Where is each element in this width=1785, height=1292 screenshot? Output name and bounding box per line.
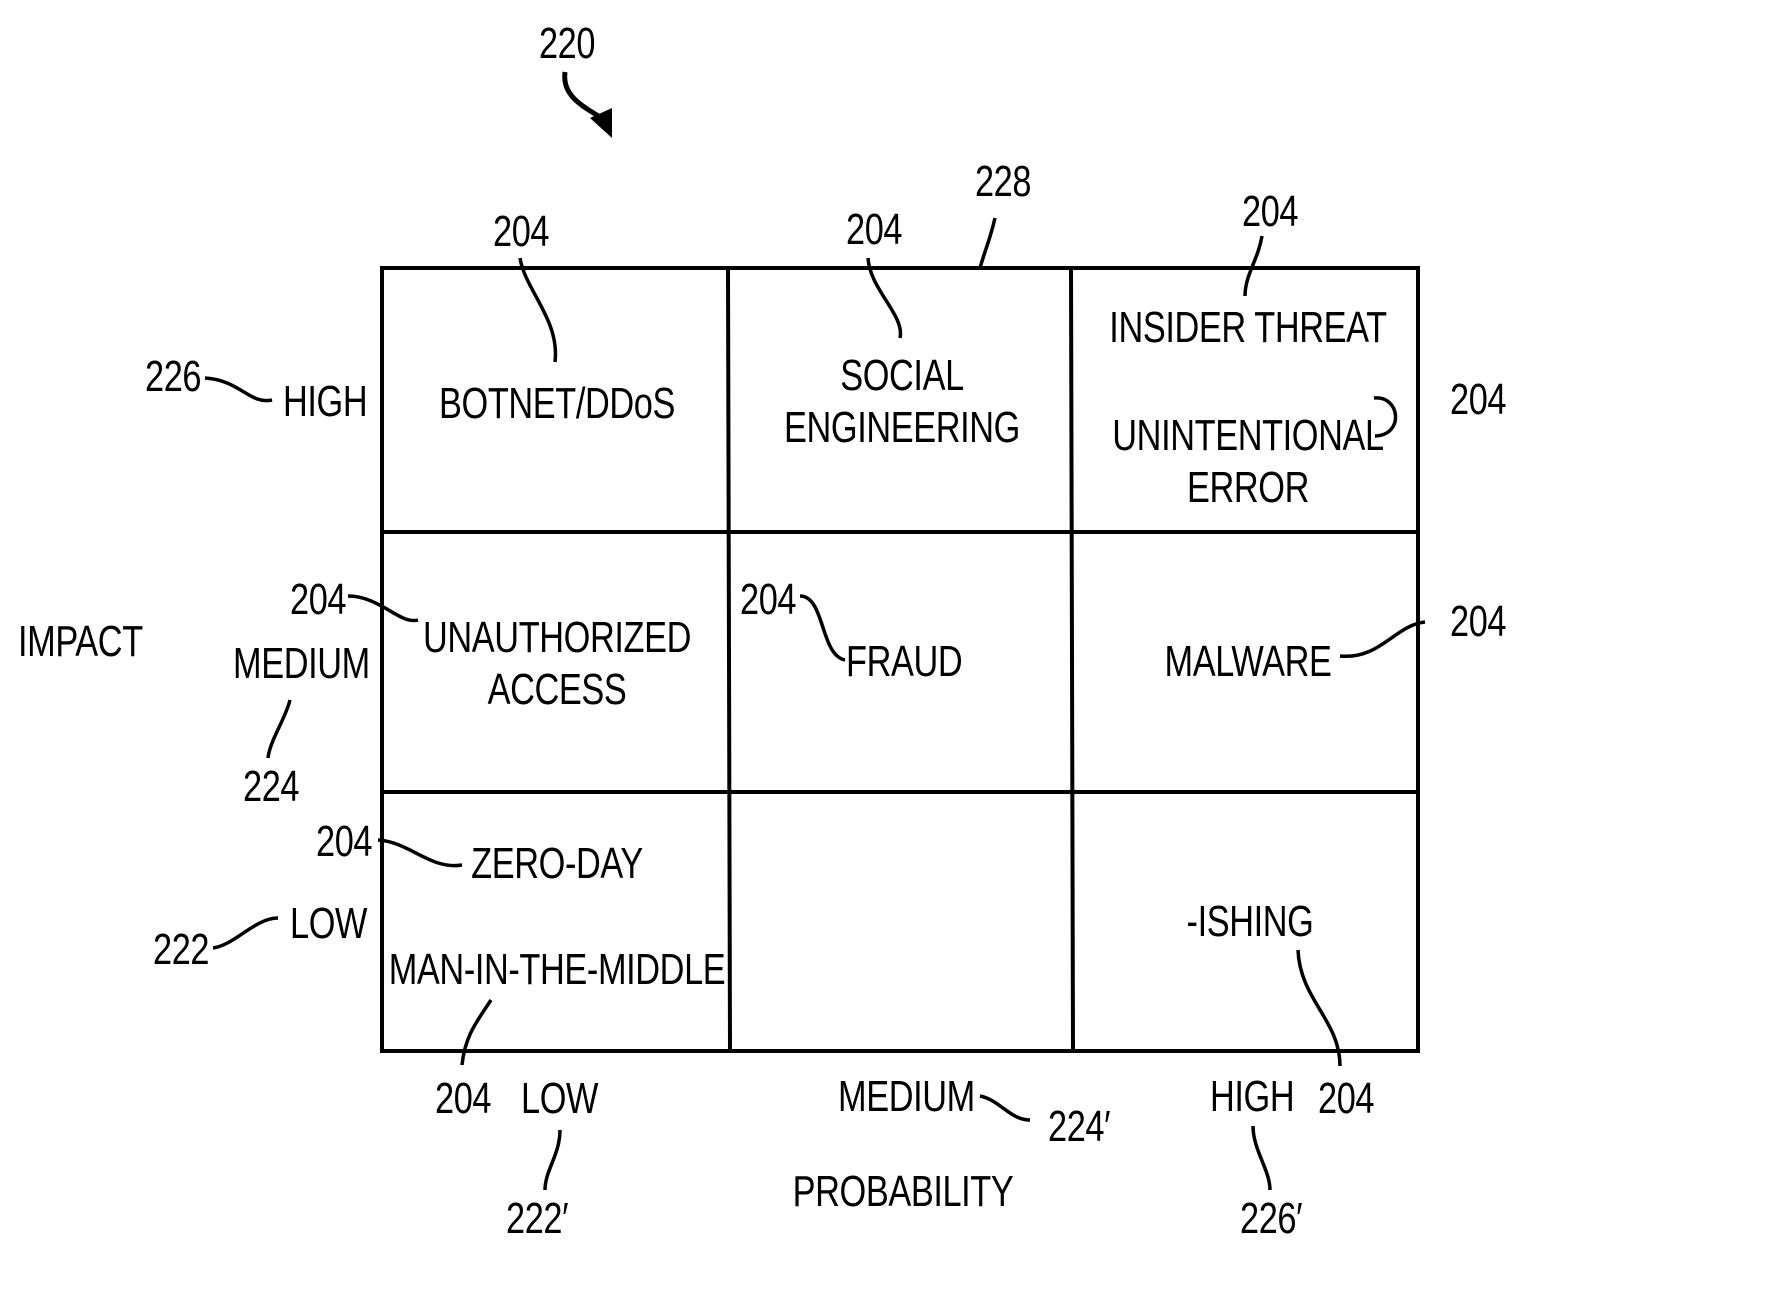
leader-224-prime [979, 1094, 1031, 1122]
threat-fraud: FRAUD [846, 637, 963, 686]
leader-204-zeroday [377, 838, 463, 868]
leader-228 [978, 217, 997, 269]
x-level-high: HIGH [1210, 1072, 1295, 1121]
leader-204-malware [1339, 620, 1426, 658]
threat-social-line1: SOCIAL [840, 351, 964, 400]
threat-zero-day: ZERO-DAY [471, 839, 643, 888]
leader-222-prime [543, 1129, 562, 1191]
threat-malware: MALWARE [1164, 637, 1332, 686]
y-axis-title: IMPACT [18, 617, 143, 666]
x-axis-title: PROBABILITY [792, 1167, 1014, 1216]
leader-226 [204, 376, 273, 403]
threat-ref-malware: 204 [1450, 597, 1507, 646]
threat-ref-zeroday: 204 [316, 817, 373, 866]
leader-lines [204, 217, 1426, 1191]
grid-line-v2 [1069, 267, 1075, 1052]
threat-ref-insider: 204 [1242, 187, 1299, 236]
threat-unintentional-line1: UNINTENTIONAL [1112, 411, 1384, 460]
threat-ref-mitm: 204 [435, 1074, 492, 1123]
threat-ishing: -ISHING [1186, 897, 1314, 946]
threat-ref-unauthorized: 204 [290, 575, 347, 624]
threat-botnet-ddos: BOTNET/DDoS [439, 379, 675, 428]
x-level-low: LOW [521, 1074, 599, 1123]
threat-unauthorized-line1: UNAUTHORIZED [423, 613, 691, 662]
y-level-high: HIGH [283, 377, 368, 426]
threat-ref-unintentional: 204 [1450, 375, 1507, 424]
matrix-reference: 228 [974, 157, 1032, 206]
leader-224 [266, 699, 292, 759]
threat-ref-ishing: 204 [1318, 1074, 1375, 1123]
leader-204-botnet [518, 257, 558, 363]
leader-222 [212, 916, 279, 950]
threat-unintentional-line2: ERROR [1187, 463, 1309, 512]
y-level-low-ref: 222 [153, 925, 210, 974]
figure-arrow-icon [562, 71, 607, 123]
y-level-low: LOW [290, 899, 368, 948]
threat-social-line2: ENGINEERING [784, 403, 1020, 452]
y-level-medium-ref: 224 [243, 762, 300, 811]
x-level-high-ref: 226′ [1240, 1194, 1303, 1243]
threat-ref-botnet: 204 [493, 207, 550, 256]
x-level-low-ref: 222′ [506, 1194, 569, 1243]
threat-insider-threat: INSIDER THREAT [1109, 303, 1387, 352]
threat-ref-social: 204 [846, 205, 903, 254]
y-level-high-ref: 226 [145, 352, 202, 401]
x-level-medium: MEDIUM [838, 1072, 975, 1121]
threat-man-in-the-middle: MAN-IN-THE-MIDDLE [388, 945, 726, 994]
figure-reference: 220 [538, 19, 596, 68]
leader-226-prime [1251, 1125, 1272, 1191]
threat-unauthorized-line2: ACCESS [487, 665, 627, 714]
risk-matrix-figure: 220 228 IMPACT HIGH 226 MEDIUM 224 LOW 2… [0, 0, 1785, 1292]
y-level-medium: MEDIUM [233, 639, 370, 688]
x-level-medium-ref: 224′ [1048, 1102, 1111, 1151]
grid-line-v1 [726, 267, 732, 1052]
leader-204-ishing [1296, 949, 1342, 1067]
leader-204-fraud [799, 594, 846, 662]
leader-204-mitm [460, 999, 493, 1066]
threat-ref-fraud: 204 [740, 575, 797, 624]
